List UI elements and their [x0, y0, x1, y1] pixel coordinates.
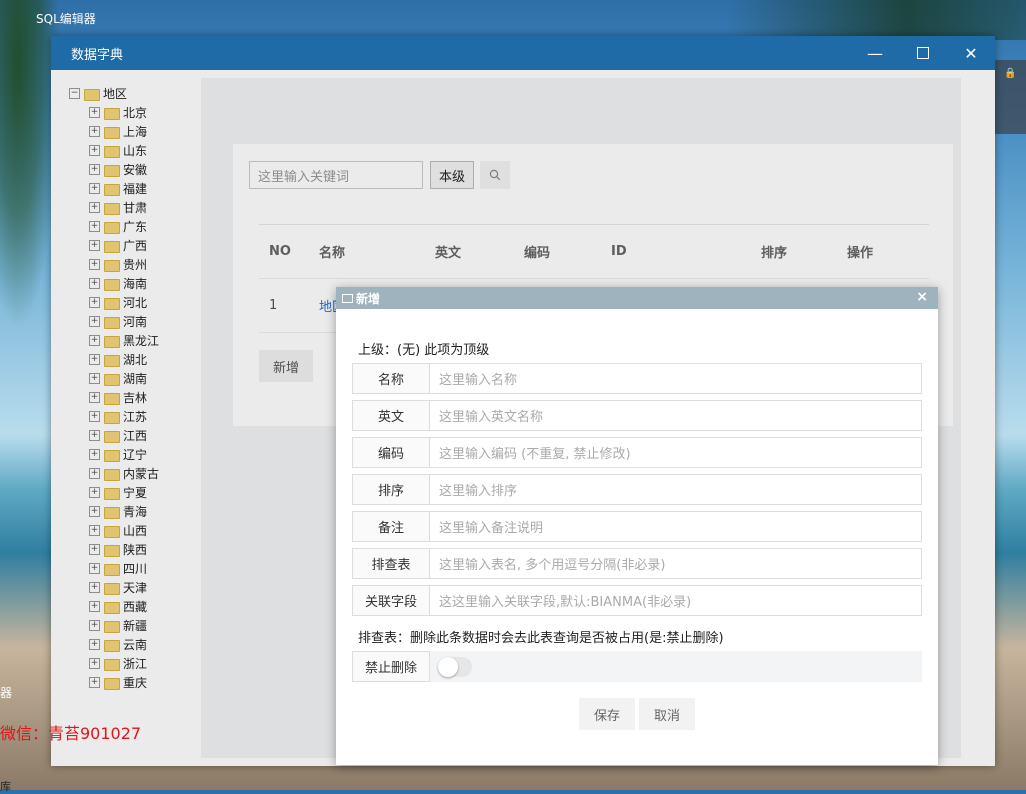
- form-row-name: 名称 这里输入名称: [352, 363, 922, 394]
- desktop-label: 器: [0, 686, 13, 700]
- cancel-button[interactable]: 取消: [639, 698, 695, 730]
- field-label: 编码: [352, 437, 430, 468]
- dialog-close-icon[interactable]: ×: [916, 289, 928, 305]
- desktop-wallpaper-top: [726, 0, 1026, 40]
- form-row-order: 排序 这里输入排序: [352, 474, 922, 505]
- desktop-label: 库: [0, 780, 11, 793]
- window-title: 数据字典: [71, 47, 124, 63]
- field-label: 禁止删除: [352, 651, 430, 682]
- english-input[interactable]: 这里输入英文名称: [430, 400, 922, 431]
- field-label: 关联字段: [352, 585, 430, 616]
- form-row-forbid-delete: 禁止删除: [352, 651, 922, 682]
- lock-icon: 🔒: [1004, 68, 1017, 79]
- save-button[interactable]: 保存: [579, 698, 635, 730]
- field-label: 名称: [352, 363, 430, 394]
- related-field-input[interactable]: 这这里输入关联字段,默认:BIANMA(非必录): [430, 585, 922, 616]
- field-label: 英文: [352, 400, 430, 431]
- form-row-related-field: 关联字段 这这里输入关联字段,默认:BIANMA(非必录): [352, 585, 922, 616]
- minimize-button[interactable]: —: [851, 36, 899, 70]
- remark-input[interactable]: 这里输入备注说明: [430, 511, 922, 542]
- desktop-app-title: SQL编辑器: [36, 12, 96, 26]
- form-row-english: 英文 这里输入英文名称: [352, 400, 922, 431]
- field-label: 排序: [352, 474, 430, 505]
- watermark-text: 微信：青苔901027: [0, 724, 142, 743]
- form-row-remark: 备注 这里输入备注说明: [352, 511, 922, 542]
- name-input[interactable]: 这里输入名称: [430, 363, 922, 394]
- close-button[interactable]: ✕: [947, 36, 995, 70]
- forbid-delete-toggle[interactable]: [438, 656, 472, 677]
- check-table-note: 排查表：删除此条数据时会去此表查询是否被占用(是:禁止删除): [358, 631, 724, 646]
- window-icon: [342, 293, 353, 303]
- form-row-check-table: 排查表 这里输入表名, 多个用逗号分隔(非必录): [352, 548, 922, 579]
- dialog-titlebar[interactable]: 新增 ×: [336, 287, 938, 309]
- toggle-knob: [438, 656, 458, 677]
- maximize-button[interactable]: [899, 36, 947, 70]
- form-row-code: 编码 这里输入编码 (不重复, 禁止修改): [352, 437, 922, 468]
- window-titlebar[interactable]: 数据字典 — ✕: [51, 36, 995, 70]
- toggle-area: [430, 651, 922, 682]
- check-table-input[interactable]: 这里输入表名, 多个用逗号分隔(非必录): [430, 548, 922, 579]
- field-label: 备注: [352, 511, 430, 542]
- dialog-title: 新增: [356, 291, 381, 306]
- field-label: 排查表: [352, 548, 430, 579]
- parent-info: 上级：(无) 此项为顶级: [358, 343, 490, 358]
- add-dialog: 新增 × 上级：(无) 此项为顶级 名称 这里输入名称 英文 这里输入英文名称 …: [336, 287, 938, 765]
- code-input[interactable]: 这里输入编码 (不重复, 禁止修改): [430, 437, 922, 468]
- order-input[interactable]: 这里输入排序: [430, 474, 922, 505]
